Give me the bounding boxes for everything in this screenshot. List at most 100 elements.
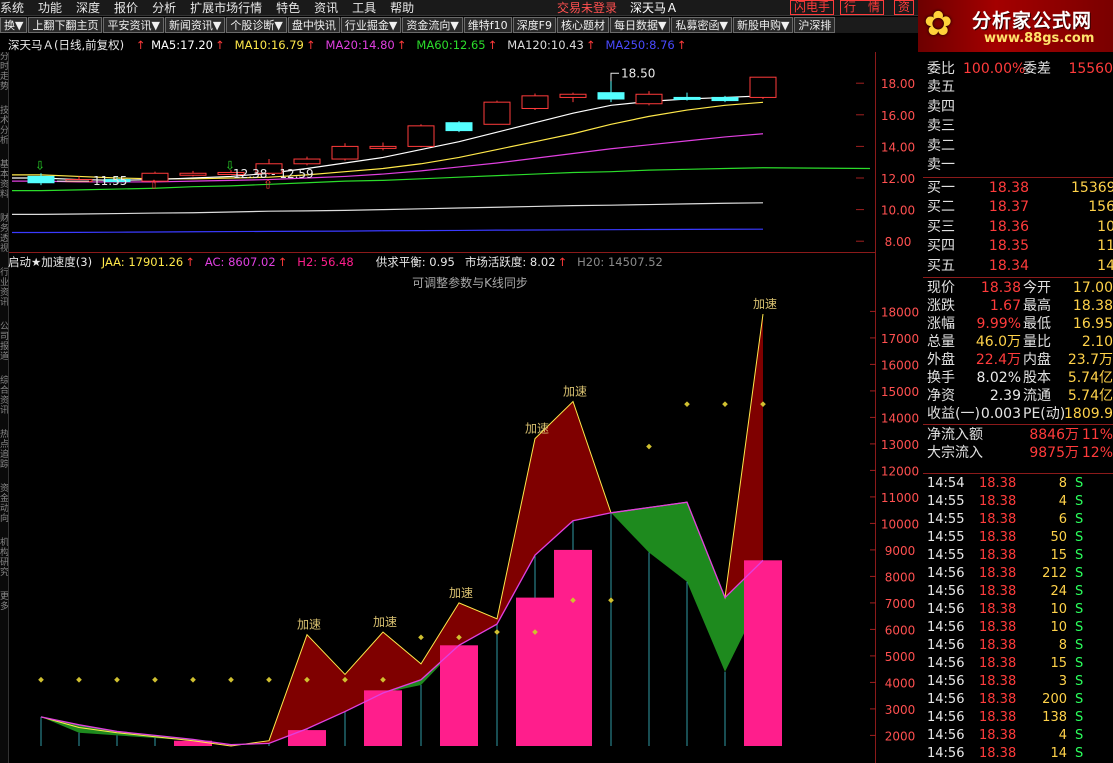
sub-y-label: 12000 (881, 464, 919, 478)
tick-time: 14:56 (927, 566, 965, 581)
sub-y-label: 4000 (885, 676, 916, 690)
tick-time: 14:54 (927, 476, 965, 491)
tick-side: S (1075, 530, 1084, 545)
tick-price: 18.38 (979, 584, 1017, 599)
buy-level-volume: 11 (1097, 238, 1113, 254)
sell-level-row: 卖一 (923, 156, 1113, 176)
tick-row: 14:56 18.38 200 S (923, 691, 1113, 709)
signal-dot (228, 676, 234, 683)
buy-level-volume: 14 (1097, 257, 1113, 274)
buy-level-volume: 10 (1097, 218, 1113, 235)
stat-value: 2.39 (989, 388, 1021, 404)
stat-value: 23.7万 (1067, 352, 1113, 368)
flow-value: 8846万 (1029, 427, 1079, 443)
buy-level-row: 买五 18.34 14 (923, 257, 1113, 277)
tick-price: 18.38 (979, 512, 1017, 527)
tick-price: 18.38 (979, 548, 1017, 563)
flow-row: 大宗流入 9875万 12% (923, 444, 1113, 462)
tick-row: 14:56 18.38 138 S (923, 709, 1113, 727)
stat-row: 净资 2.39 流通 5.74亿 (923, 387, 1113, 405)
sub-y-label: 15000 (881, 385, 919, 399)
candle-body (749, 76, 777, 98)
h2-bar (440, 645, 478, 746)
accel-label: 加速 (449, 586, 473, 600)
buy-level-price[interactable]: 18.36 (979, 218, 1029, 238)
down-arrow-icon: ⇩ (225, 158, 235, 172)
stat-value: 5.74亿 (1067, 388, 1113, 404)
tick-side: S (1075, 674, 1084, 689)
candle-body (331, 145, 359, 160)
buy-level-volume: 15369 (1071, 179, 1113, 196)
signal-dot (114, 676, 120, 683)
stat-label: 流通 (1023, 388, 1051, 404)
tick-volume: 14 (1050, 746, 1067, 761)
tick-price: 18.38 (979, 494, 1017, 509)
tick-volume: 8 (1058, 638, 1067, 653)
sell-level-row: 卖五 (923, 78, 1113, 98)
h2-bar (554, 549, 592, 746)
tick-volume: 10 (1050, 602, 1067, 617)
buy-level-price[interactable]: 18.35 (979, 237, 1029, 257)
high-price-label: 18.50 (621, 66, 655, 80)
sub-y-label: 6000 (885, 623, 916, 637)
tick-side: S (1075, 494, 1084, 509)
tick-price: 18.38 (979, 602, 1017, 617)
accel-label: 加速 (525, 422, 549, 436)
tick-time: 14:55 (927, 548, 965, 563)
buy-level-row: 买四 18.35 11 (923, 237, 1113, 257)
sub-y-label: 18000 (881, 305, 919, 319)
stat-value: 22.4万 (975, 352, 1021, 368)
buy-level-row: 买三 18.36 10 (923, 218, 1113, 238)
tick-row: 14:55 18.38 6 S (923, 511, 1113, 529)
h2-bar (744, 560, 782, 746)
sell-level-row: 卖三 (923, 117, 1113, 137)
sell-level-label: 卖三 (927, 118, 955, 134)
buy-level-label: 买四 (927, 238, 955, 254)
stat-value: 9.99% (976, 316, 1021, 332)
chart-canvas[interactable]: 18.5011.5512.38 - 12.59⇩ ⇩⇧ ⇧ 加速 加速加速加速加速加速… (0, 0, 920, 763)
sub-y-label: 2000 (885, 729, 916, 743)
tick-price: 18.38 (979, 530, 1017, 545)
candle-body (407, 125, 435, 147)
sell-level-label: 卖五 (927, 79, 955, 95)
kline-y-label: 10.00 (881, 204, 915, 218)
stat-label: 量比 (1023, 334, 1051, 350)
tick-row: 14:56 18.38 212 S (923, 565, 1113, 583)
committee-ratio-value: 100.00% (963, 61, 1026, 77)
up-arrow-icon: ⇧ (149, 177, 159, 191)
tick-side: S (1075, 656, 1084, 671)
signal-dot (190, 676, 196, 683)
tick-time: 14:55 (927, 494, 965, 509)
tick-time: 14:56 (927, 728, 965, 743)
candle-body (673, 96, 701, 100)
tick-price: 18.38 (979, 566, 1017, 581)
tick-side: S (1075, 512, 1084, 527)
stat-row: 涨幅 9.99% 最低 16.95 (923, 315, 1113, 333)
flow-divider (923, 424, 1113, 425)
sub-y-label: 14000 (881, 411, 919, 425)
tick-time: 14:56 (927, 674, 965, 689)
candle-body (635, 93, 663, 105)
sub-y-label: 13000 (881, 438, 919, 452)
tick-side: S (1075, 584, 1084, 599)
signal-dot (494, 629, 500, 635)
buy-level-price[interactable]: 18.38 (979, 179, 1029, 199)
buy-level-price[interactable]: 18.37 (979, 198, 1029, 218)
tick-volume: 10 (1050, 620, 1067, 635)
tick-volume: 15 (1050, 656, 1067, 671)
flow-row: 净流入额 8846万 11% (923, 426, 1113, 444)
tick-row: 14:56 18.38 10 S (923, 619, 1113, 637)
buy-level-label: 买三 (927, 218, 955, 235)
flow-percent: 12% (1081, 445, 1113, 461)
jaa-area (459, 602, 497, 646)
buy-level-price[interactable]: 18.34 (979, 257, 1029, 277)
signal-dot (266, 676, 272, 683)
indicator-note: 可调整参数与K线同步 (412, 275, 528, 290)
tick-side: S (1075, 548, 1084, 563)
stat-value: 18.38 (1072, 298, 1113, 314)
tick-list: 14:54 18.38 8 S 14:55 18.38 4 S 14:55 18.38 6 S 14:5… (923, 473, 1113, 763)
committee-row: 委比 100.00% 委差 15560 (923, 60, 1113, 78)
stat-label: PE(动) (1023, 406, 1066, 422)
tick-side: S (1075, 566, 1084, 581)
sell-level-row: 卖四 (923, 98, 1113, 118)
